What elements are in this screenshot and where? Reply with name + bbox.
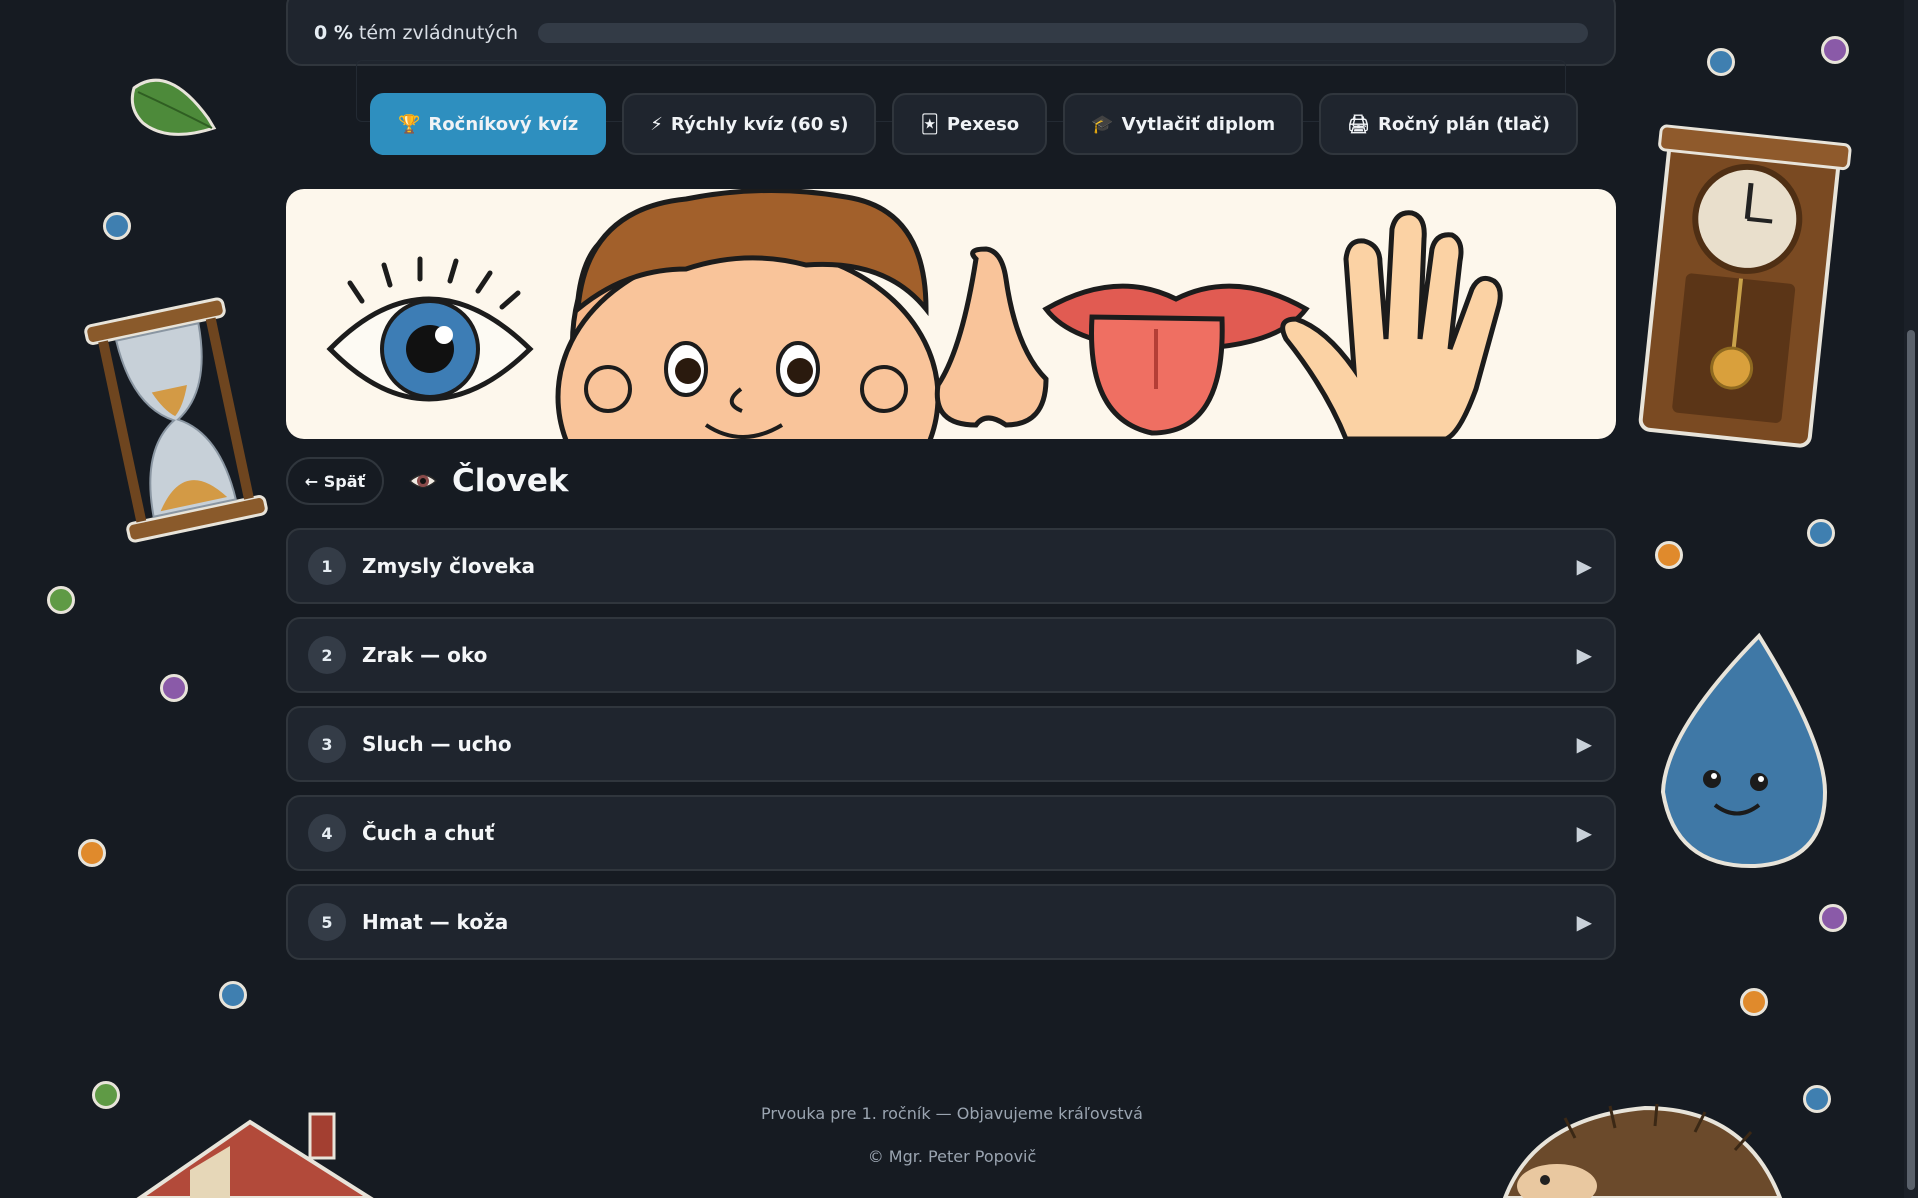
decor-dot [160, 674, 188, 702]
expand-arrow-icon[interactable]: ▶ [1577, 732, 1592, 756]
graduation-cap-icon: 🎓 [1091, 113, 1114, 135]
topic-item-3[interactable]: 3 Sluch — ucho ▶ [286, 706, 1616, 782]
printer-icon: 🖨 [1347, 113, 1370, 135]
scrollbar[interactable] [1904, 0, 1918, 1198]
topic-number: 2 [308, 636, 346, 674]
decor-dot [1819, 904, 1847, 932]
grade-quiz-label: Ročníkový kvíz [428, 113, 579, 135]
decor-dot [1740, 988, 1768, 1016]
leaf-icon [130, 78, 217, 136]
decor-dot [219, 981, 247, 1009]
topic-number: 3 [308, 725, 346, 763]
scrollbar-thumb[interactable] [1907, 330, 1915, 1190]
topic-label: Čuch a chuť [362, 821, 495, 845]
decor-dot [103, 212, 131, 240]
topic-item-5[interactable]: 5 Hmat — koža ▶ [286, 884, 1616, 960]
pexeso-label: Pexeso [946, 113, 1020, 135]
topic-number: 4 [308, 814, 346, 852]
grade-quiz-button[interactable]: 🏆 Ročníkový kvíz [370, 93, 607, 155]
activity-toolbar: 🏆 Ročníkový kvíz ⚡ Rýchly kvíz (60 s) 🃏 … [370, 93, 1579, 155]
footer-course-title: Prvouka pre 1. ročník — Objavujeme kráľo… [761, 1104, 1143, 1123]
senses-banner [286, 189, 1616, 439]
topic-list: 1 Zmysly človeka ▶ 2 Zrak — oko ▶ 3 Sluc… [286, 528, 1616, 973]
progress-label: tém zvládnutých [358, 22, 519, 44]
cards-icon: 🃏 [920, 113, 939, 135]
decor-dot [1707, 48, 1735, 76]
topic-item-2[interactable]: 2 Zrak — oko ▶ [286, 617, 1616, 693]
topic-number: 1 [308, 547, 346, 585]
water-drop-icon [1660, 632, 1828, 869]
topic-number: 5 [308, 903, 346, 941]
expand-arrow-icon[interactable]: ▶ [1577, 910, 1592, 934]
eye-illustration [326, 256, 534, 402]
decor-dot [1807, 519, 1835, 547]
decor-dot [1821, 36, 1849, 64]
annual-plan-label: Ročný plán (tlač) [1377, 113, 1551, 135]
topic-label: Zrak — oko [362, 643, 488, 667]
footer-copyright: © Mgr. Peter Popovič [867, 1147, 1037, 1166]
expand-arrow-icon[interactable]: ▶ [1577, 821, 1592, 845]
eye-icon [408, 474, 438, 488]
topic-label: Sluch — ucho [362, 732, 512, 756]
quick-quiz-label: Rýchly kvíz (60 s) [670, 113, 849, 135]
quick-quiz-button[interactable]: ⚡ Rýchly kvíz (60 s) [622, 93, 877, 155]
hourglass-icon [84, 297, 268, 543]
boy-face-illustration [555, 189, 941, 439]
pendulum-clock-icon [1638, 124, 1852, 448]
diploma-button[interactable]: 🎓 Vytlačiť diplom [1063, 93, 1304, 155]
progress-bar [538, 23, 1588, 43]
topic-item-4[interactable]: 4 Čuch a chuť ▶ [286, 795, 1616, 871]
page-title: Človek [452, 463, 569, 499]
annual-plan-button[interactable]: 🖨 Ročný plán (tlač) [1319, 93, 1579, 155]
hand-illustration [1280, 210, 1503, 439]
decor-dot [1655, 541, 1683, 569]
lightning-icon: ⚡ [650, 113, 663, 135]
topic-label: Zmysly človeka [362, 554, 535, 578]
decor-dot [78, 839, 106, 867]
pexeso-button[interactable]: 🃏 Pexeso [892, 93, 1048, 155]
expand-arrow-icon[interactable]: ▶ [1577, 643, 1592, 667]
decor-dot [47, 586, 75, 614]
tongue-illustration [1042, 283, 1310, 436]
nose-illustration [934, 246, 1049, 428]
topic-item-1[interactable]: 1 Zmysly človeka ▶ [286, 528, 1616, 604]
progress-percent: 0 % [314, 22, 353, 44]
trophy-icon: 🏆 [398, 113, 421, 135]
progress-panel: 0 % tém zvládnutých [286, 0, 1616, 66]
expand-arrow-icon[interactable]: ▶ [1577, 554, 1592, 578]
page-header: Človek [408, 458, 569, 504]
diploma-label: Vytlačiť diplom [1121, 113, 1276, 135]
back-button[interactable]: ← Späť [286, 457, 384, 505]
topic-label: Hmat — koža [362, 910, 509, 934]
